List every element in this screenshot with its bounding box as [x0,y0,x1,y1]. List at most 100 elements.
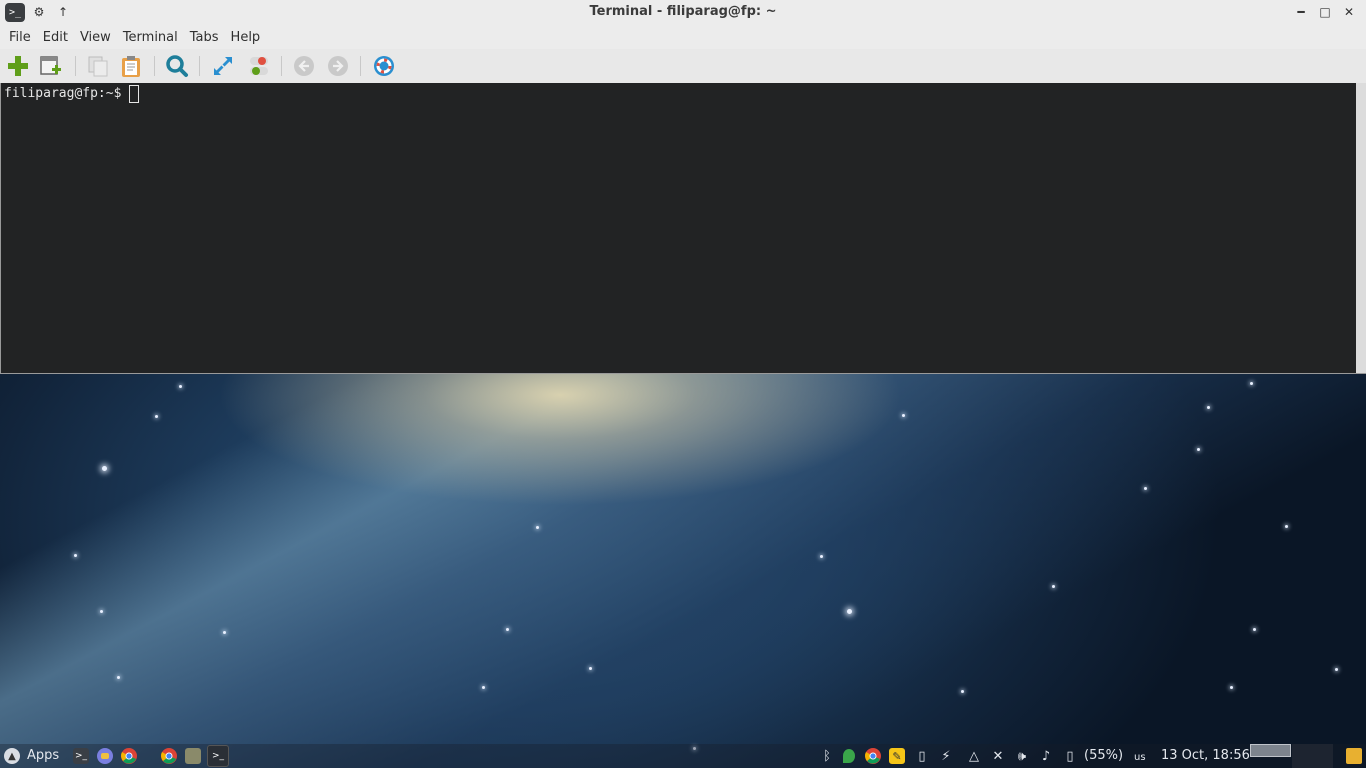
toggle-button[interactable] [246,53,272,79]
star [847,609,852,614]
drive-icon[interactable]: △ [966,748,982,764]
terminal-icon[interactable]: >_ [73,748,89,764]
star [482,686,485,689]
terminal-output[interactable]: filiparag@fp:~$ [0,83,1356,373]
help-icon [374,56,394,76]
terminal-window: >_ ⚙ ↑ Terminal - filiparag@fp: ~ ━ □ ✕ … [0,0,1366,374]
new-tab-button[interactable] [5,53,31,79]
leaf-icon[interactable] [841,748,857,764]
copy-icon [88,56,108,77]
leaf-glyph [843,749,855,763]
star [1052,585,1055,588]
star [102,466,107,471]
fullscreen-icon [214,57,232,75]
bell-icon[interactable]: ♪ [1038,748,1054,764]
toolbar-separator [199,56,200,76]
new-tab-icon [8,56,28,76]
star [1144,487,1147,490]
next-tab-icon [328,56,348,76]
toggle-icon [250,57,268,75]
apps-menu-label[interactable]: Apps [27,747,59,763]
menu-edit[interactable]: Edit [37,28,74,47]
bluetooth-icon[interactable]: ᛒ [819,748,835,764]
chrome-logo [121,748,137,764]
star [74,554,77,557]
star [961,690,964,693]
toolbar-separator [360,56,361,76]
paste-icon [122,56,140,77]
star [820,555,823,558]
star [100,610,103,613]
star [1250,382,1253,385]
menu-help[interactable]: Help [225,28,267,47]
maximize-button[interactable]: □ [1316,3,1334,21]
star [536,526,539,529]
toolbar-separator [281,56,282,76]
star [1207,406,1210,409]
star [589,667,592,670]
star [1285,525,1288,528]
star [1335,668,1338,671]
text-cursor [129,85,140,103]
star [1230,686,1233,689]
window-title: Terminal - filiparag@fp: ~ [589,4,777,19]
search-button[interactable] [164,53,190,79]
new-window-icon [40,56,61,75]
apps-menu-icon[interactable]: ▲ [4,748,20,764]
clock[interactable]: 13 Oct, 18:56 [1161,747,1250,763]
star [506,628,509,631]
star [1253,628,1256,631]
close-button[interactable]: ✕ [1340,3,1358,21]
vertical-scrollbar[interactable] [1356,83,1366,373]
files-icon[interactable] [185,748,201,764]
keyboard-layout[interactable]: us [1134,749,1146,765]
volume-icon[interactable]: 🕪 [1014,748,1030,764]
minimize-icon: ━ [1297,5,1305,19]
tools-icon[interactable]: ✕ [990,748,1006,764]
star [117,676,120,679]
search-icon [166,55,188,77]
previous-tab-icon [294,56,314,76]
new-window-button[interactable] [38,53,64,79]
chrome-logo [865,748,881,764]
close-icon: ✕ [1343,5,1355,19]
paste-button[interactable] [118,53,144,79]
prompt-line: filiparag@fp:~$ [4,85,140,103]
usb-icon[interactable]: ▯ [914,748,930,764]
battery-percent: (55%) [1084,747,1124,763]
title-bar[interactable]: >_ ⚙ ↑ Terminal - filiparag@fp: ~ ━ □ ✕ [0,0,1366,25]
chrome-icon[interactable] [865,748,881,764]
workspace-2[interactable] [1292,744,1333,768]
menu-view[interactable]: View [74,28,117,47]
mouse-icon[interactable]: ▯ [1062,748,1078,764]
star [179,385,182,388]
copy-button[interactable] [85,53,111,79]
chrome-icon[interactable] [161,748,177,764]
menu-file[interactable]: File [3,28,37,47]
minimize-button[interactable]: ━ [1292,3,1310,21]
star [155,415,158,418]
messenger-icon[interactable] [97,748,113,764]
previous-tab-button[interactable] [291,53,317,79]
menu-terminal[interactable]: Terminal [117,28,184,47]
workspace-1[interactable] [1250,744,1291,757]
taskbar: ▲ Apps >_ >_ ᛒ ✎ ▯ ⚡ △ ✕ 🕪 ♪ ▯ (55%) us … [0,744,1366,768]
help-button[interactable] [371,53,397,79]
battery-icon[interactable]: ⚡ [938,748,954,764]
folder-icon[interactable] [1346,748,1362,764]
next-tab-button[interactable] [325,53,351,79]
menu-tabs[interactable]: Tabs [184,28,225,47]
chrome-icon[interactable] [121,748,137,764]
menu-bar: File Edit View Terminal Tabs Help [0,25,1366,49]
chrome-logo [161,748,177,764]
toolbar-separator [154,56,155,76]
notes-icon[interactable]: ✎ [889,748,905,764]
toolbar [0,49,1366,83]
star [902,414,905,417]
terminal-icon[interactable]: >_ [207,745,229,767]
message-glyph [101,753,109,759]
shell-prompt: filiparag@fp:~$ [4,86,122,101]
star [223,631,226,634]
maximize-icon: □ [1319,5,1331,19]
fullscreen-button[interactable] [210,53,236,79]
